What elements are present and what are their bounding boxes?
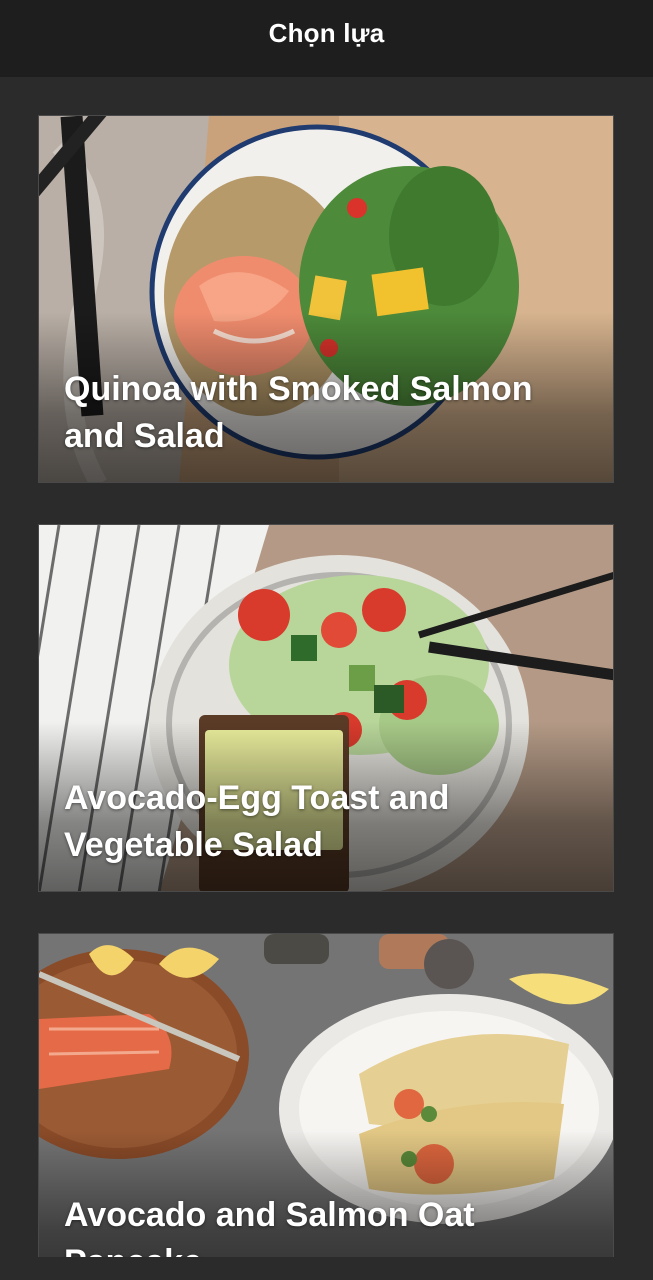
page-title: Chọn lựa [268,18,385,48]
top-bar: Chọn lựa [0,0,653,77]
recipe-title: Quinoa with Smoked Salmon and Salad [64,370,533,455]
recipe-card-quinoa-salmon[interactable]: Quinoa with Smoked Salmon and Salad [38,115,614,483]
recipe-list[interactable]: Quinoa with Smoked Salmon and Salad Avoc… [0,77,653,1257]
recipe-card-avocado-egg-toast[interactable]: Avocado-Egg Toast and Vegetable Salad [38,524,614,892]
recipe-title: Avocado-Egg Toast and Vegetable Salad [64,779,450,864]
bottom-edge [0,1257,653,1280]
recipe-card-avocado-salmon-pancake[interactable]: Avocado and Salmon Oat Pancake [38,933,614,1257]
recipe-title: Avocado and Salmon Oat Pancake [64,1196,475,1257]
